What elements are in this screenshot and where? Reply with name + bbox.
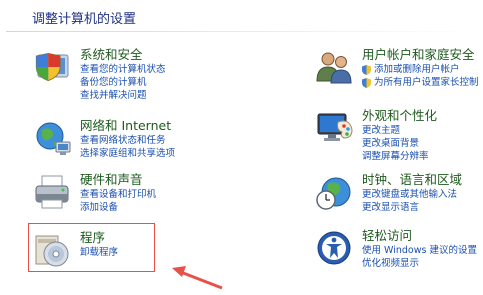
link-screen-resolution[interactable]: 调整屏幕分辨率 (362, 150, 437, 163)
network-globe-icon (36, 122, 71, 155)
title-divider (6, 31, 477, 32)
clock-globe-icon (316, 177, 351, 210)
link-homegroup-sharing[interactable]: 选择家庭组和共享选项 (80, 147, 175, 160)
link-change-background[interactable]: 更改桌面背景 (362, 137, 437, 150)
ease-of-access-heading[interactable]: 轻松访问 (362, 228, 477, 244)
highlight-box (28, 223, 155, 272)
link-find-fix-problems[interactable]: 查找并解决问题 (80, 89, 166, 102)
system-security-shield-icon (35, 52, 69, 82)
link-change-theme[interactable]: 更改主题 (362, 124, 437, 137)
link-add-remove-accounts[interactable]: 添加或删除用户帐户 (362, 63, 479, 76)
monitor-palette-icon (317, 113, 353, 141)
link-recommended-settings[interactable]: 使用 Windows 建议的设置 (362, 244, 477, 257)
appearance-heading[interactable]: 外观和个性化 (362, 108, 437, 124)
clock-language-heading[interactable]: 时钟、语言和区域 (362, 172, 462, 188)
page-title: 调整计算机的设置 (32, 12, 137, 27)
ease-of-access-icon (317, 231, 351, 265)
user-accounts-heading[interactable]: 用户帐户和家庭安全 (362, 47, 479, 63)
printer-icon (35, 175, 69, 209)
link-devices-printers[interactable]: 查看设备和打印机 (80, 188, 156, 201)
link-optimize-display[interactable]: 优化视频显示 (362, 257, 477, 270)
uac-shield-icon (362, 64, 371, 75)
users-icon (316, 52, 352, 84)
link-view-computer-status[interactable]: 查看您的计算机状态 (80, 63, 166, 76)
link-parental-controls[interactable]: 为所有用户设置家长控制 (362, 76, 479, 89)
link-add-remove-accounts-label: 添加或删除用户帐户 (374, 64, 460, 75)
link-parental-controls-label: 为所有用户设置家长控制 (374, 77, 479, 88)
red-arrow-icon (172, 266, 223, 290)
link-change-display-language[interactable]: 更改显示语言 (362, 201, 462, 214)
system-security-heading[interactable]: 系统和安全 (80, 47, 166, 63)
network-internet-heading[interactable]: 网络和 Internet (80, 118, 175, 134)
hardware-sound-heading[interactable]: 硬件和声音 (80, 172, 156, 188)
link-add-device[interactable]: 添加设备 (80, 201, 156, 214)
link-backup-computer[interactable]: 备份您的计算机 (80, 76, 166, 89)
link-change-input-method[interactable]: 更改键盘或其他输入法 (362, 188, 462, 201)
link-view-network-status[interactable]: 查看网络状态和任务 (80, 134, 175, 147)
uac-shield-icon (362, 77, 371, 88)
